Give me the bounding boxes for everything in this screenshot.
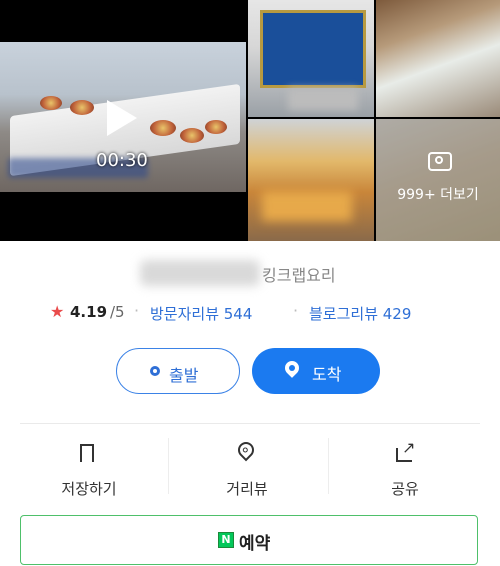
arrive-button[interactable]: 도착 <box>252 348 380 394</box>
dish <box>205 120 227 134</box>
play-icon[interactable] <box>107 100 137 136</box>
more-photos-overlay <box>376 119 500 241</box>
dish <box>150 120 176 136</box>
save-label: 저장하기 <box>61 480 117 498</box>
dish <box>70 100 94 115</box>
map-pin-icon <box>234 438 258 462</box>
naver-icon: N <box>218 532 234 548</box>
photo-thumbnail[interactable] <box>248 0 374 117</box>
share-label: 공유 <box>391 480 419 498</box>
dish <box>40 96 62 110</box>
more-photos-thumbnail[interactable] <box>376 119 500 241</box>
rating-value: 4.19 <box>70 303 108 321</box>
more-photos-label[interactable]: 999+ 더보기 <box>376 184 500 204</box>
action-bar: 저장하기 거리뷰 ↗ 공유 <box>0 430 500 506</box>
share-arrow-icon: ↗ <box>402 438 416 457</box>
share-button[interactable]: ↗ 공유 <box>330 430 480 506</box>
reserve-button[interactable]: N 예약 <box>20 515 478 565</box>
save-button[interactable]: 저장하기 <box>14 430 164 506</box>
photo-gallery: 00:30 999+ 더보기 <box>0 0 500 241</box>
action-separator <box>328 438 329 494</box>
reserve-label: 예약 <box>239 534 271 554</box>
place-name-row: 킹크랩요리 <box>0 258 500 288</box>
rating-row: ★ 4.19 /5 · 방문자리뷰 544 · 블로그리뷰 429 <box>0 300 500 326</box>
depart-button[interactable]: 출발 <box>116 348 240 394</box>
arrive-label: 도착 <box>312 365 342 384</box>
action-separator <box>168 438 169 494</box>
place-name-blurred <box>140 260 260 286</box>
star-icon: ★ <box>50 302 65 321</box>
bookmark-icon <box>80 444 94 464</box>
photo-thumbnail[interactable] <box>248 119 374 241</box>
blog-reviews-link[interactable]: 블로그리뷰 429 <box>309 303 411 324</box>
place-category: 킹크랩요리 <box>262 266 336 285</box>
visitor-reviews-link[interactable]: 방문자리뷰 544 <box>150 303 252 324</box>
dish <box>180 128 204 143</box>
divider <box>20 423 480 424</box>
origin-dot-icon <box>150 366 160 376</box>
blurred-area <box>262 191 352 221</box>
location-pin-icon <box>282 358 302 378</box>
photo-screen <box>260 10 366 88</box>
photo-thumbnail[interactable] <box>376 0 500 117</box>
camera-icon <box>428 152 452 171</box>
video-thumbnail[interactable]: 00:30 <box>0 0 246 241</box>
streetview-label: 거리뷰 <box>226 480 268 498</box>
separator-dot: · <box>293 301 299 320</box>
streetview-button[interactable]: 거리뷰 <box>172 430 322 506</box>
separator-dot: · <box>134 301 140 320</box>
depart-label: 출발 <box>169 366 199 385</box>
blurred-area <box>288 88 358 110</box>
rating-max: /5 <box>110 303 125 321</box>
video-duration: 00:30 <box>96 150 148 171</box>
